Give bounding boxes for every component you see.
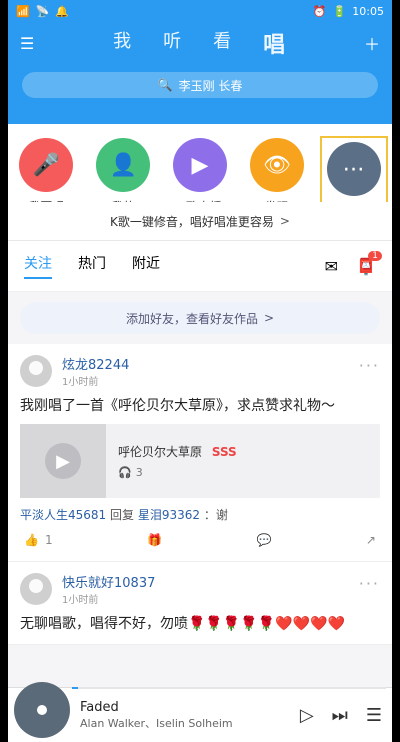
status-bar: 📶 📡 🔔 ⏰ 🔋 10:05	[8, 0, 392, 22]
signal-icon: 📶	[16, 4, 30, 18]
post-time: 1小时前	[62, 377, 99, 388]
post-time: 1小时前	[62, 595, 99, 606]
share-icon: ↗	[365, 533, 376, 547]
tip-text: K歌一键修音，唱好唱准更容易	[110, 214, 274, 229]
score-tag: SSS	[211, 445, 237, 459]
like-count: 1	[44, 533, 53, 547]
mail-icon[interactable]: ✉	[325, 257, 338, 276]
post-actions: 👍 1 🎁 💬 ↗	[20, 523, 380, 551]
plus-icon[interactable]: ＋	[364, 31, 380, 55]
live-icon: ▶	[172, 138, 227, 192]
tab-hot[interactable]: 热门	[78, 253, 106, 279]
top-bar: 📶 📡 🔔 ⏰ 🔋 10:05 ☰ 我 听 看 唱 ＋ 🔍 李玉刚 长春	[8, 0, 392, 124]
gift-icon: 🎁	[147, 533, 163, 547]
now-playing-bar[interactable]: Faded Alan Walker、Iselin Solheim ▷ ⏭ ☰	[8, 682, 392, 742]
search-bar[interactable]: 🔍 李玉刚 长春	[22, 72, 378, 98]
battery-icon: 🔋	[332, 4, 347, 18]
comment: 平淡人生45681 回复 星泪93362 ：谢	[20, 506, 380, 523]
avatar[interactable]	[20, 355, 52, 387]
progress-bar[interactable]	[72, 687, 386, 689]
search-icon: 🔍	[157, 78, 173, 92]
post-meta: 快乐就好10837 1小时前	[62, 572, 155, 606]
nav-tabs: 我 听 看 唱	[113, 27, 285, 59]
search-placeholder: 李玉刚 长春	[178, 78, 243, 93]
post-user[interactable]: 炫龙82244	[62, 354, 129, 373]
like-button[interactable]: 👍 1	[24, 533, 53, 547]
tab-follow[interactable]: 关注	[24, 253, 52, 279]
more-icon[interactable]: ···	[359, 356, 380, 375]
play-icon[interactable]: ▷	[300, 705, 314, 726]
share-button[interactable]: ↗	[366, 533, 376, 547]
song-title: 呼伦贝尔大草原	[118, 445, 203, 459]
gift-box-icon[interactable]: 📮 1	[356, 250, 382, 276]
alarm-icon: ⏰	[312, 4, 327, 18]
mic-icon: 🎤	[19, 138, 74, 192]
tab-me[interactable]: 我	[113, 27, 131, 59]
chevron-right-icon: >	[263, 311, 275, 325]
menu-icon[interactable]: ☰	[20, 34, 34, 53]
feed-icons: ✉ 📮 1	[325, 250, 382, 276]
progress-fill	[72, 687, 79, 689]
song-thumbnail: ▶	[20, 424, 106, 498]
grid-icon: ⋯	[326, 142, 381, 196]
comment-button[interactable]: 💬	[256, 533, 271, 547]
thumbs-up-icon: 👍	[24, 533, 39, 547]
song-info: 呼伦贝尔大草原 SSS 🎧 3	[106, 443, 237, 479]
feed-list: 炫龙82244 1小时前 ··· 我刚唱了一首《呼伦贝尔大草原》，求点赞求礼物～…	[8, 344, 392, 645]
feed-tabs: 关注 热门 附近	[24, 253, 160, 279]
feed-filter: 关注 热门 附近 ✉ 📮 1	[8, 241, 392, 292]
tab-nearby[interactable]: 附近	[132, 253, 160, 279]
badge: 1	[368, 250, 382, 261]
track-title: Faded	[80, 699, 119, 715]
playlist-icon[interactable]: ☰	[366, 705, 382, 726]
now-playing-info: Faded Alan Walker、Iselin Solheim	[80, 700, 300, 731]
quick-actions: 🎤 我要唱 👤 我的 ▶ K歌直播 👁 发现 ⋯ 全部 K歌一键修音，唱好唱准更…	[8, 124, 392, 241]
gift-button[interactable]: 🎁	[147, 533, 162, 547]
plays: 🎧 3	[118, 466, 237, 479]
comment-icon: 💬	[256, 533, 272, 547]
main-nav: ☰ 我 听 看 唱 ＋	[8, 22, 392, 64]
user-icon: 👤	[96, 138, 151, 192]
chevron-right-icon: >	[279, 214, 290, 228]
tip-banner[interactable]: K歌一键修音，唱好唱准更容易 >	[8, 202, 392, 240]
song-card[interactable]: ▶ 呼伦贝尔大草原 SSS 🎧 3	[20, 424, 380, 498]
player-controls: ▷ ⏭ ☰	[300, 705, 382, 726]
tab-watch[interactable]: 看	[213, 27, 231, 59]
bell-icon: 🔔	[55, 4, 70, 18]
play-count: 3	[135, 466, 143, 479]
more-icon[interactable]: ···	[359, 574, 380, 593]
post-header: 快乐就好10837 1小时前 ···	[20, 572, 380, 606]
status-left: 📶 📡 🔔	[16, 5, 69, 18]
post-user[interactable]: 快乐就好10837	[62, 572, 155, 591]
status-right: ⏰ 🔋 10:05	[313, 5, 384, 18]
comment-suffix: ：谢	[203, 508, 228, 522]
post-text: 我刚唱了一首《呼伦贝尔大草原》，求点赞求礼物～	[20, 398, 335, 414]
avatar[interactable]	[20, 573, 52, 605]
comment-reply: 回复	[110, 508, 135, 522]
track-artist: Alan Walker、Iselin Solheim	[80, 716, 233, 730]
clock: 10:05	[352, 4, 384, 18]
comment-from[interactable]: 平淡人生45681	[20, 508, 106, 522]
post-header: 炫龙82244 1小时前 ···	[20, 354, 380, 388]
tab-listen[interactable]: 听	[163, 27, 181, 59]
wifi-icon: 📡	[35, 4, 50, 18]
add-friends-text: 添加好友，查看好友作品	[125, 311, 258, 326]
tab-sing[interactable]: 唱	[263, 27, 285, 59]
album-art[interactable]	[14, 682, 70, 738]
eye-icon: 👁	[249, 138, 304, 192]
next-icon[interactable]: ⏭	[332, 705, 348, 726]
headphones-icon: 🎧	[118, 466, 132, 479]
play-icon: ▶	[45, 443, 81, 479]
comment-to[interactable]: 星泪93362	[138, 508, 200, 522]
post-meta: 炫龙82244 1小时前	[62, 354, 129, 388]
post: 快乐就好10837 1小时前 ··· 无聊唱歌，唱得不好，勿喷🌹🌹🌹🌹🌹❤️❤️…	[8, 562, 392, 645]
post-text: 无聊唱歌，唱得不好，勿喷🌹🌹🌹🌹🌹❤️❤️❤️❤️	[20, 616, 345, 632]
add-friends-button[interactable]: 添加好友，查看好友作品 >	[20, 302, 380, 334]
app-root: 📶 📡 🔔 ⏰ 🔋 10:05 ☰ 我 听 看 唱 ＋ 🔍 李玉刚 长春 🎤 👤…	[8, 0, 392, 742]
post: 炫龙82244 1小时前 ··· 我刚唱了一首《呼伦贝尔大草原》，求点赞求礼物～…	[8, 344, 392, 562]
